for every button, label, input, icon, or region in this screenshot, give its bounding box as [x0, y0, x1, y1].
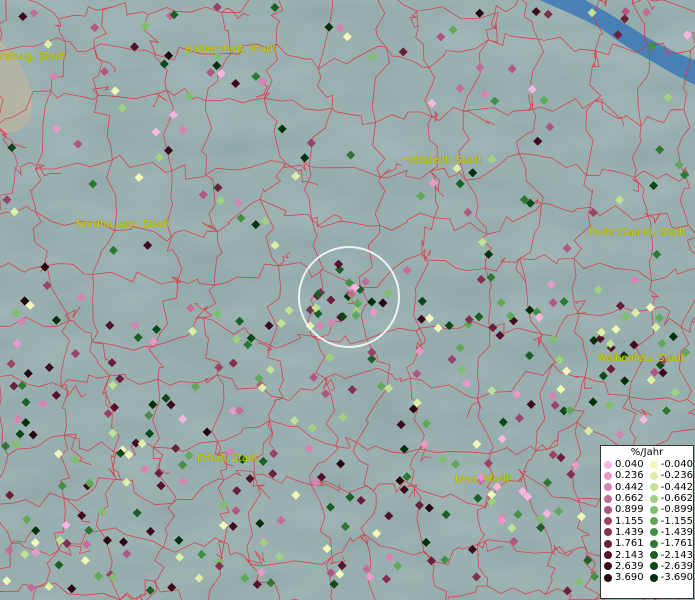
legend-swatch [604, 460, 612, 469]
legend-positive-row: 2.143 [601, 549, 647, 561]
legend-label: -0.662 [660, 493, 693, 505]
legend-swatch [604, 528, 612, 537]
legend-positive-row: 1.761 [601, 538, 647, 549]
legend-swatch [649, 483, 658, 492]
legend-positive-row: 0.662 [601, 493, 647, 504]
legend-positive-row: 1.155 [601, 515, 647, 527]
legend-label: 1.155 [615, 515, 644, 527]
legend-label: 2.639 [615, 560, 644, 572]
legend-negative-row: -2.143 [647, 549, 693, 561]
legend-label: 0.040 [615, 459, 644, 471]
legend-swatch [604, 494, 612, 503]
legend-negative-row: -0.899 [647, 504, 693, 515]
legend-label: 0.662 [615, 493, 644, 505]
legend-label: 1.439 [615, 526, 644, 538]
legend-positive-row: 2.639 [601, 561, 647, 572]
legend-negative-row: -0.040 [647, 459, 693, 470]
city-label-halle: Halle (Saale), Stadt [589, 227, 686, 238]
legend-negative-row: -3.690 [647, 572, 693, 583]
legend-label: 0.236 [615, 470, 644, 482]
legend-positive-column: 0.040 0.236 0.442 0.662 0.899 1.155 1.439 1.761… [601, 459, 647, 583]
legend-label: -0.442 [660, 481, 693, 493]
legend-swatch [649, 517, 658, 526]
legend-swatch [604, 483, 612, 492]
legend-swatch [604, 505, 612, 514]
legend-label: -3.690 [660, 572, 693, 584]
legend-swatch [649, 539, 658, 548]
legend-positive-row: 0.442 [601, 482, 647, 493]
legend-label: 3.690 [615, 572, 644, 584]
legend-negative-column: -0.040 -0.236 -0.442 -0.662 -0.899 -1.155 -1.4… [647, 459, 693, 583]
legend-label: -1.439 [660, 526, 693, 538]
legend-swatch [604, 562, 612, 571]
legend-negative-row: -0.442 [647, 482, 693, 493]
legend-label: 1.761 [615, 538, 644, 550]
legend-label: 0.442 [615, 481, 644, 493]
city-label-erfurt: Erfurt, Stadt [197, 453, 259, 464]
legend-swatch [649, 460, 658, 469]
legend-positive-row: 1.439 [601, 527, 647, 538]
legend-title: %/Jahr [630, 447, 664, 458]
city-label-nordhausen: Nordhausen, Stadt [76, 219, 170, 230]
legend-label: -0.236 [660, 470, 693, 482]
legend-swatch [649, 573, 658, 582]
legend-negative-row: -0.662 [647, 493, 693, 504]
legend-positive-row: 0.236 [601, 470, 647, 481]
legend-swatch [604, 471, 612, 480]
legend-label: -1.761 [660, 538, 693, 550]
legend-swatch [649, 505, 658, 514]
legend-negative-row: -0.236 [647, 470, 693, 481]
city-label-jena: Jena, Stadt [455, 474, 510, 485]
city-label-wurzburg: rzburg, Stadt [0, 51, 66, 62]
legend-swatch [649, 494, 658, 503]
legend-swatch [604, 573, 612, 582]
city-label-halberstadt: Halberstadt, Stadt [185, 44, 277, 55]
legend-swatch [604, 517, 612, 526]
legend-negative-row: -1.761 [647, 538, 693, 549]
legend-label: -1.155 [660, 515, 693, 527]
city-label-weissenfels: Weißenfels, Stadt [597, 353, 685, 364]
legend-positive-row: 3.690 [601, 572, 647, 583]
legend-label: -2.639 [660, 560, 693, 572]
legend-positive-row: 0.899 [601, 504, 647, 515]
legend-label: 2.143 [615, 549, 644, 561]
legend-swatch [649, 528, 658, 537]
legend-swatch [649, 562, 658, 571]
legend: %/Jahr 0.040 0.236 0.442 0.662 0.899 1.155 1.4… [600, 445, 694, 599]
legend-negative-row: -2.639 [647, 561, 693, 572]
legend-positive-row: 0.040 [601, 459, 647, 470]
legend-swatch [604, 551, 612, 560]
legend-swatch [604, 539, 612, 548]
legend-swatch [649, 551, 658, 560]
city-label-hettstedt: Hettstedt, Stadt [402, 155, 483, 166]
legend-label: 0.899 [615, 504, 644, 516]
legend-swatch [649, 471, 658, 480]
legend-label: -0.040 [660, 459, 693, 471]
legend-negative-row: -1.439 [647, 527, 693, 538]
legend-label: -0.899 [660, 504, 693, 516]
legend-label: -2.143 [660, 549, 693, 561]
legend-negative-row: -1.155 [647, 515, 693, 527]
map-canvas[interactable] [0, 0, 695, 600]
